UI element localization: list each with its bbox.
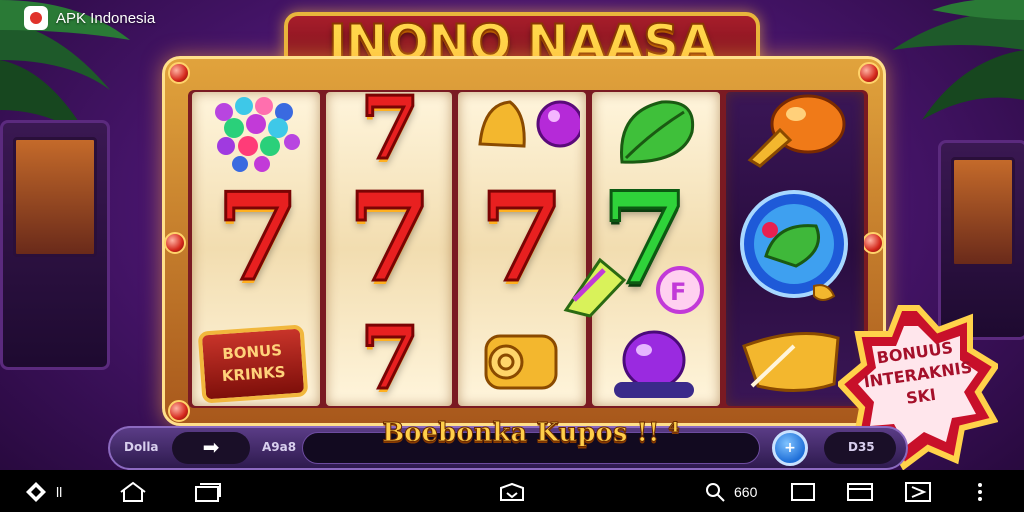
- recent-apps-icon[interactable]: [194, 481, 222, 503]
- seven-red-symbol: 7: [359, 308, 422, 409]
- spin-arrow-button[interactable]: ➡: [172, 432, 250, 464]
- home-icon[interactable]: [118, 480, 148, 504]
- svg-text:F: F: [670, 278, 686, 306]
- watermark-text: APK Indonesia: [56, 9, 156, 27]
- screenshot-icon[interactable]: [846, 482, 874, 502]
- seven-red-symbol: 7: [215, 167, 302, 308]
- frame-gem-icon: [164, 232, 186, 254]
- purple-plum-icon: [614, 330, 694, 398]
- add-bet-button[interactable]: +: [772, 430, 808, 466]
- crystal-orb-icon: [740, 190, 848, 301]
- frame-gem-icon: [168, 400, 190, 422]
- navbar-counter: 660: [734, 484, 758, 500]
- seven-red-symbol: 7: [346, 165, 434, 309]
- apk-logo-icon: [24, 6, 48, 30]
- bonus-plaque: BONUS KRINKS: [197, 324, 309, 404]
- app-logo-icon[interactable]: [24, 480, 48, 504]
- heart-charm-icon: F: [656, 266, 704, 314]
- search-icon[interactable]: [704, 481, 726, 503]
- frame-gem-icon: [858, 62, 880, 84]
- orange-mushroom-icon: [747, 94, 846, 168]
- window-icon[interactable]: [790, 482, 816, 502]
- green-leaf-icon: [620, 100, 695, 164]
- golden-scroll-icon: [484, 334, 558, 390]
- golden-horn-icon: [742, 332, 840, 393]
- more-icon[interactable]: [976, 481, 984, 503]
- balance-label: Dolla: [124, 440, 159, 454]
- frame-gem-icon: [862, 232, 884, 254]
- seven-red-symbol: 7: [359, 78, 422, 179]
- watermark: APK Indonesia: [24, 6, 155, 30]
- win-message: Boebonka Kupos !! ⁴: [382, 418, 681, 449]
- frame-gem-icon: [168, 62, 190, 84]
- golden-bell-icon: [478, 100, 580, 148]
- grape-cluster-icon: [215, 97, 300, 172]
- bet-label: A9a8: [262, 440, 297, 454]
- navbar-logo-text: ll: [56, 484, 63, 500]
- credits-label: D35: [848, 440, 875, 454]
- arcade-machine-left-decor: [0, 120, 110, 370]
- keyboard-icon[interactable]: [498, 481, 526, 503]
- cast-icon[interactable]: [904, 481, 932, 503]
